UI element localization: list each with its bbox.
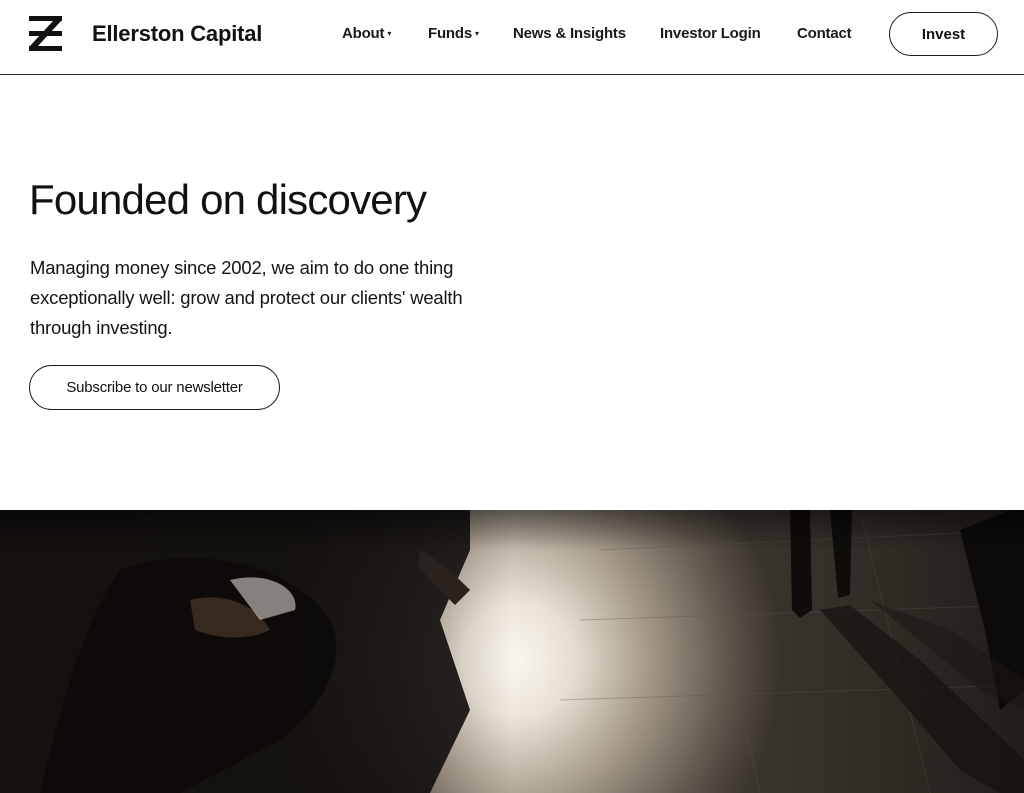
nav-item-investor-login[interactable]: Investor Login [660,24,761,44]
nav-item-label: News & Insights [513,25,626,42]
subscribe-newsletter-button[interactable]: Subscribe to our newsletter [29,365,280,410]
chevron-down-icon: ▾ [475,29,479,38]
nav-item-funds[interactable]: Funds ▾ [428,24,479,44]
nav-item-label: Investor Login [660,25,761,42]
hero-photo [0,510,1024,793]
nav-item-label: Contact [797,25,852,42]
chevron-down-icon: ▾ [387,29,392,38]
z-monogram-icon[interactable] [29,16,62,51]
invest-button[interactable]: Invest [889,12,998,56]
hero-description: Managing money since 2002, we aim to do … [30,257,463,338]
brand-name[interactable]: Ellerston Capital [92,20,262,48]
site-header: Ellerston Capital About ▾ Funds ▾ News & I… [0,0,1024,75]
nav-item-news-insights[interactable]: News & Insights [513,24,626,44]
nav-item-label: Funds [428,25,472,42]
page-title: Founded on discovery [29,176,427,223]
nav-item-label: About [342,25,385,42]
nav-item-about[interactable]: About ▾ [342,24,391,44]
hero-photo-image [0,510,1024,793]
nav-item-contact[interactable]: Contact [797,24,852,44]
